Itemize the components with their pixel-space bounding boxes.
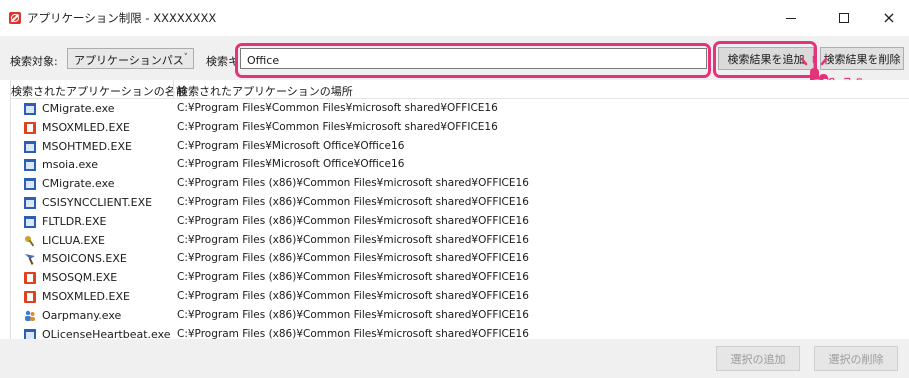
people-icon	[24, 310, 36, 322]
column-header-name[interactable]: 検索されたアプリケーションの名前	[11, 83, 187, 99]
row-app-name: CMigrate.exe	[42, 102, 115, 115]
window-icon	[24, 328, 36, 339]
row-app-name: FLTLDR.EXE	[42, 214, 107, 228]
table-row[interactable]: CMigrate.exe C:¥Program Files¥Common File…	[11, 100, 909, 119]
row-app-name: MSOICONS.EXE	[42, 252, 127, 266]
table-row[interactable]: OLicenseHeartbeat.exe C:¥Program Files (x…	[11, 326, 909, 339]
search-key-input[interactable]	[240, 48, 707, 69]
row-app-location: C:¥Program Files (x86)¥Common Files¥micr…	[177, 308, 529, 321]
brush-icon	[24, 253, 36, 266]
row-app-location: C:¥Program Files (x86)¥Common Files¥micr…	[177, 214, 529, 227]
row-app-location: C:¥Program Files¥Common Files¥microsoft …	[177, 102, 498, 114]
add-search-results-button[interactable]: 検索結果を追加	[718, 47, 814, 70]
row-app-location: C:¥Program Files¥Microsoft Office¥Office…	[177, 139, 405, 152]
table-row[interactable]: LICLUA.EXE C:¥Program Files (x86)¥Common …	[11, 232, 909, 251]
minimize-icon	[786, 17, 796, 19]
remove-search-results-button[interactable]: 検索結果を削除	[820, 47, 904, 70]
close-button[interactable]: ×	[866, 0, 909, 36]
row-app-location: C:¥Program Files (x86)¥Common Files¥micr…	[177, 327, 529, 339]
row-app-name: LICLUA.EXE	[42, 233, 105, 247]
window-icon	[24, 178, 36, 191]
row-app-name: MSOSQM.EXE	[42, 271, 118, 285]
row-app-location: C:¥Program Files¥Microsoft Office¥Office…	[177, 158, 405, 171]
remove-selection-button[interactable]: 選択の削除	[814, 346, 898, 371]
table-row[interactable]: CSISYNCCLIENT.EXE C:¥Program Files (x86)¥…	[11, 194, 909, 213]
row-app-location: C:¥Program Files (x86)¥Common Files¥micr…	[177, 252, 529, 265]
row-app-location: C:¥Program Files (x86)¥Common Files¥micr…	[177, 177, 529, 190]
window-title: アプリケーション制限 - XXXXXXXX	[27, 11, 217, 25]
row-app-name: MSOXMLED.EXE	[42, 120, 130, 134]
add-selection-button[interactable]: 選択の追加	[716, 346, 800, 371]
row-app-location: C:¥Program Files (x86)¥Common Files¥micr…	[177, 233, 529, 246]
application-restriction-window: アプリケーション制限 - XXXXXXXX × 検索対象: アプリケーションパス…	[0, 0, 909, 378]
window-icon	[24, 196, 36, 209]
close-icon: ×	[882, 8, 896, 27]
minimize-button[interactable]	[768, 0, 814, 36]
table-header: 検索されたアプリケーションの名前 検索されたアプリケーションの場所	[11, 80, 909, 99]
office-icon	[24, 121, 36, 134]
table-row[interactable]: CMigrate.exe C:¥Program Files (x86)¥Commo…	[11, 175, 909, 194]
row-app-name: CSISYNCCLIENT.EXE	[42, 195, 153, 209]
row-app-name: OLicenseHeartbeat.exe	[42, 327, 171, 339]
table-row[interactable]: MSOICONS.EXE C:¥Program Files (x86)¥Commo…	[11, 250, 909, 269]
bottom-bar: 選択の追加 選択の削除	[0, 339, 909, 378]
row-app-location: C:¥Program Files (x86)¥Common Files¥micr…	[177, 289, 529, 302]
table-row[interactable]: MSOXMLED.EXE C:¥Program Files¥Common File…	[11, 119, 909, 138]
row-app-name: CMigrate.exe	[42, 177, 115, 191]
table-row[interactable]: MSOHTMED.EXE C:¥Program Files¥Microsoft O…	[11, 138, 909, 157]
window-icon	[24, 103, 36, 115]
chevron-down-icon: ˅	[183, 53, 189, 63]
search-target-select[interactable]: アプリケーションパス ˅	[67, 48, 194, 69]
row-app-name: msoia.exe	[42, 158, 98, 172]
row-app-name: Oarpmany.exe	[42, 308, 122, 322]
row-app-name: MSOXMLED.EXE	[42, 289, 130, 303]
table-row[interactable]: MSOXMLED.EXE C:¥Program Files (x86)¥Commo…	[11, 288, 909, 307]
app-icon	[9, 12, 21, 24]
row-app-location: C:¥Program Files¥Common Files¥microsoft …	[177, 120, 498, 133]
search-target-label: 検索対象:	[10, 55, 58, 68]
maximize-button[interactable]	[821, 0, 867, 36]
column-header-location[interactable]: 検索されたアプリケーションの場所	[177, 83, 353, 99]
title-bar: アプリケーション制限 - XXXXXXXX ×	[0, 0, 909, 36]
row-app-location: C:¥Program Files (x86)¥Common Files¥micr…	[177, 195, 529, 208]
table-body: CMigrate.exe C:¥Program Files¥Common File…	[11, 100, 909, 339]
row-app-location: C:¥Program Files (x86)¥Common Files¥micr…	[177, 271, 529, 284]
window-icon	[24, 215, 36, 228]
office-icon	[24, 290, 36, 303]
column-divider[interactable]	[173, 80, 174, 99]
table-row[interactable]: MSOSQM.EXE C:¥Program Files (x86)¥Common …	[11, 269, 909, 288]
window-icon	[24, 159, 36, 172]
table-row[interactable]: Oarpmany.exe C:¥Program Files (x86)¥Commo…	[11, 307, 909, 326]
row-app-name: MSOHTMED.EXE	[42, 139, 132, 153]
maximize-icon	[839, 13, 849, 23]
window-icon	[24, 140, 36, 153]
table-row[interactable]: msoia.exe C:¥Program Files¥Microsoft Offi…	[11, 156, 909, 175]
office-icon	[24, 272, 36, 285]
table-row[interactable]: FLTLDR.EXE C:¥Program Files (x86)¥Common …	[11, 213, 909, 232]
key-icon	[24, 235, 36, 247]
search-target-value: アプリケーションパス	[74, 54, 184, 67]
search-results-table: 検索されたアプリケーションの名前 検索されたアプリケーションの場所 CMigra…	[10, 80, 909, 339]
